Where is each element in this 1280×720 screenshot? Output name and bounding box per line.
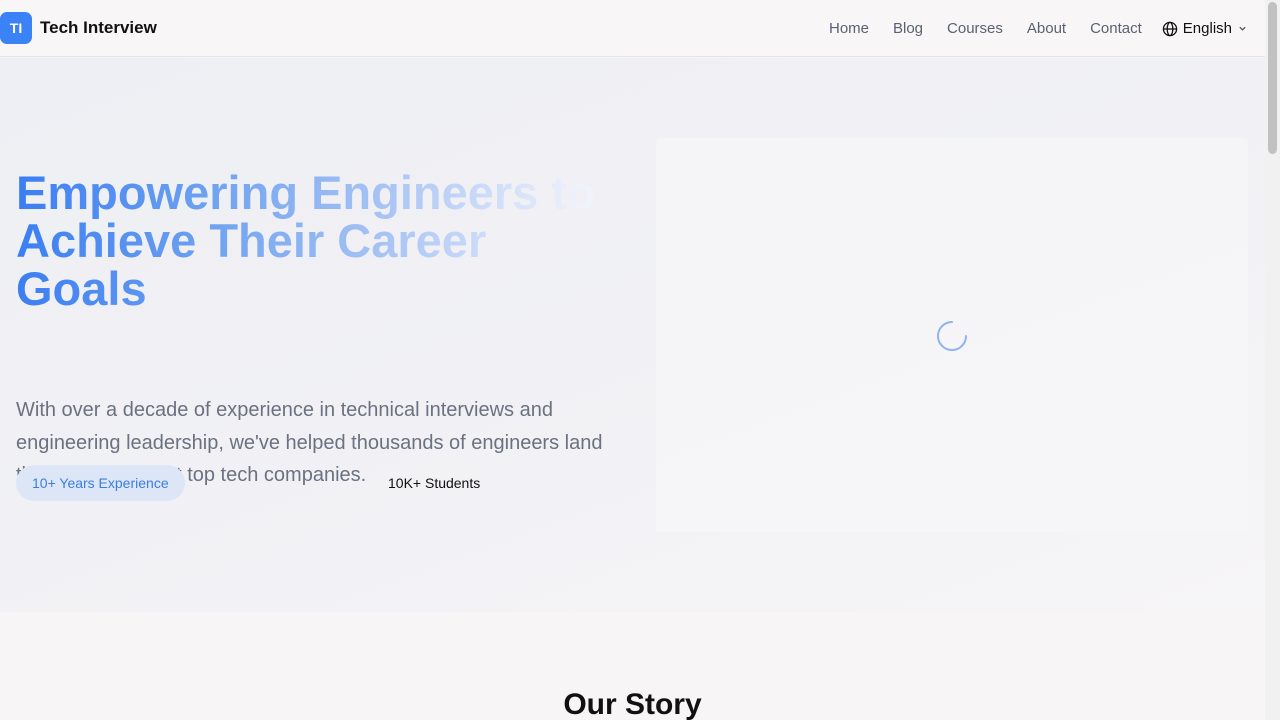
nav-link-blog[interactable]: Blog xyxy=(893,20,923,37)
our-story-title: Our Story xyxy=(563,688,702,720)
experience-badge: 10+ Years Experience xyxy=(16,465,185,501)
logo[interactable]: TI Tech Interview xyxy=(0,12,157,44)
scrollbar-thumb[interactable] xyxy=(1268,2,1277,154)
globe-icon xyxy=(1162,21,1178,36)
nav-link-home[interactable]: Home xyxy=(829,20,869,37)
page-scrollbar[interactable] xyxy=(1265,0,1280,720)
nav-links: Home Blog Courses About Contact English xyxy=(805,0,1252,57)
logo-badge: TI xyxy=(0,12,32,44)
language-label: English xyxy=(1182,20,1232,37)
language-selector[interactable]: English xyxy=(1162,20,1252,37)
loading-spinner-icon xyxy=(937,321,967,351)
nav-link-about[interactable]: About xyxy=(1027,20,1066,37)
brand-name: Tech Interview xyxy=(40,18,157,37)
students-stat: 10K+ Students xyxy=(388,475,481,491)
nav-link-courses[interactable]: Courses xyxy=(947,20,1003,37)
hero-title: Empowering Engineers to Achieve Their Ca… xyxy=(16,169,616,313)
top-navbar: TI Tech Interview Home Blog Courses Abou… xyxy=(0,0,1265,57)
chevron-down-icon xyxy=(1239,26,1246,31)
hero-visual-placeholder xyxy=(656,138,1248,532)
hero-section: Empowering Engineers to Achieve Their Ca… xyxy=(0,58,1265,612)
nav-link-contact[interactable]: Contact xyxy=(1090,20,1142,37)
